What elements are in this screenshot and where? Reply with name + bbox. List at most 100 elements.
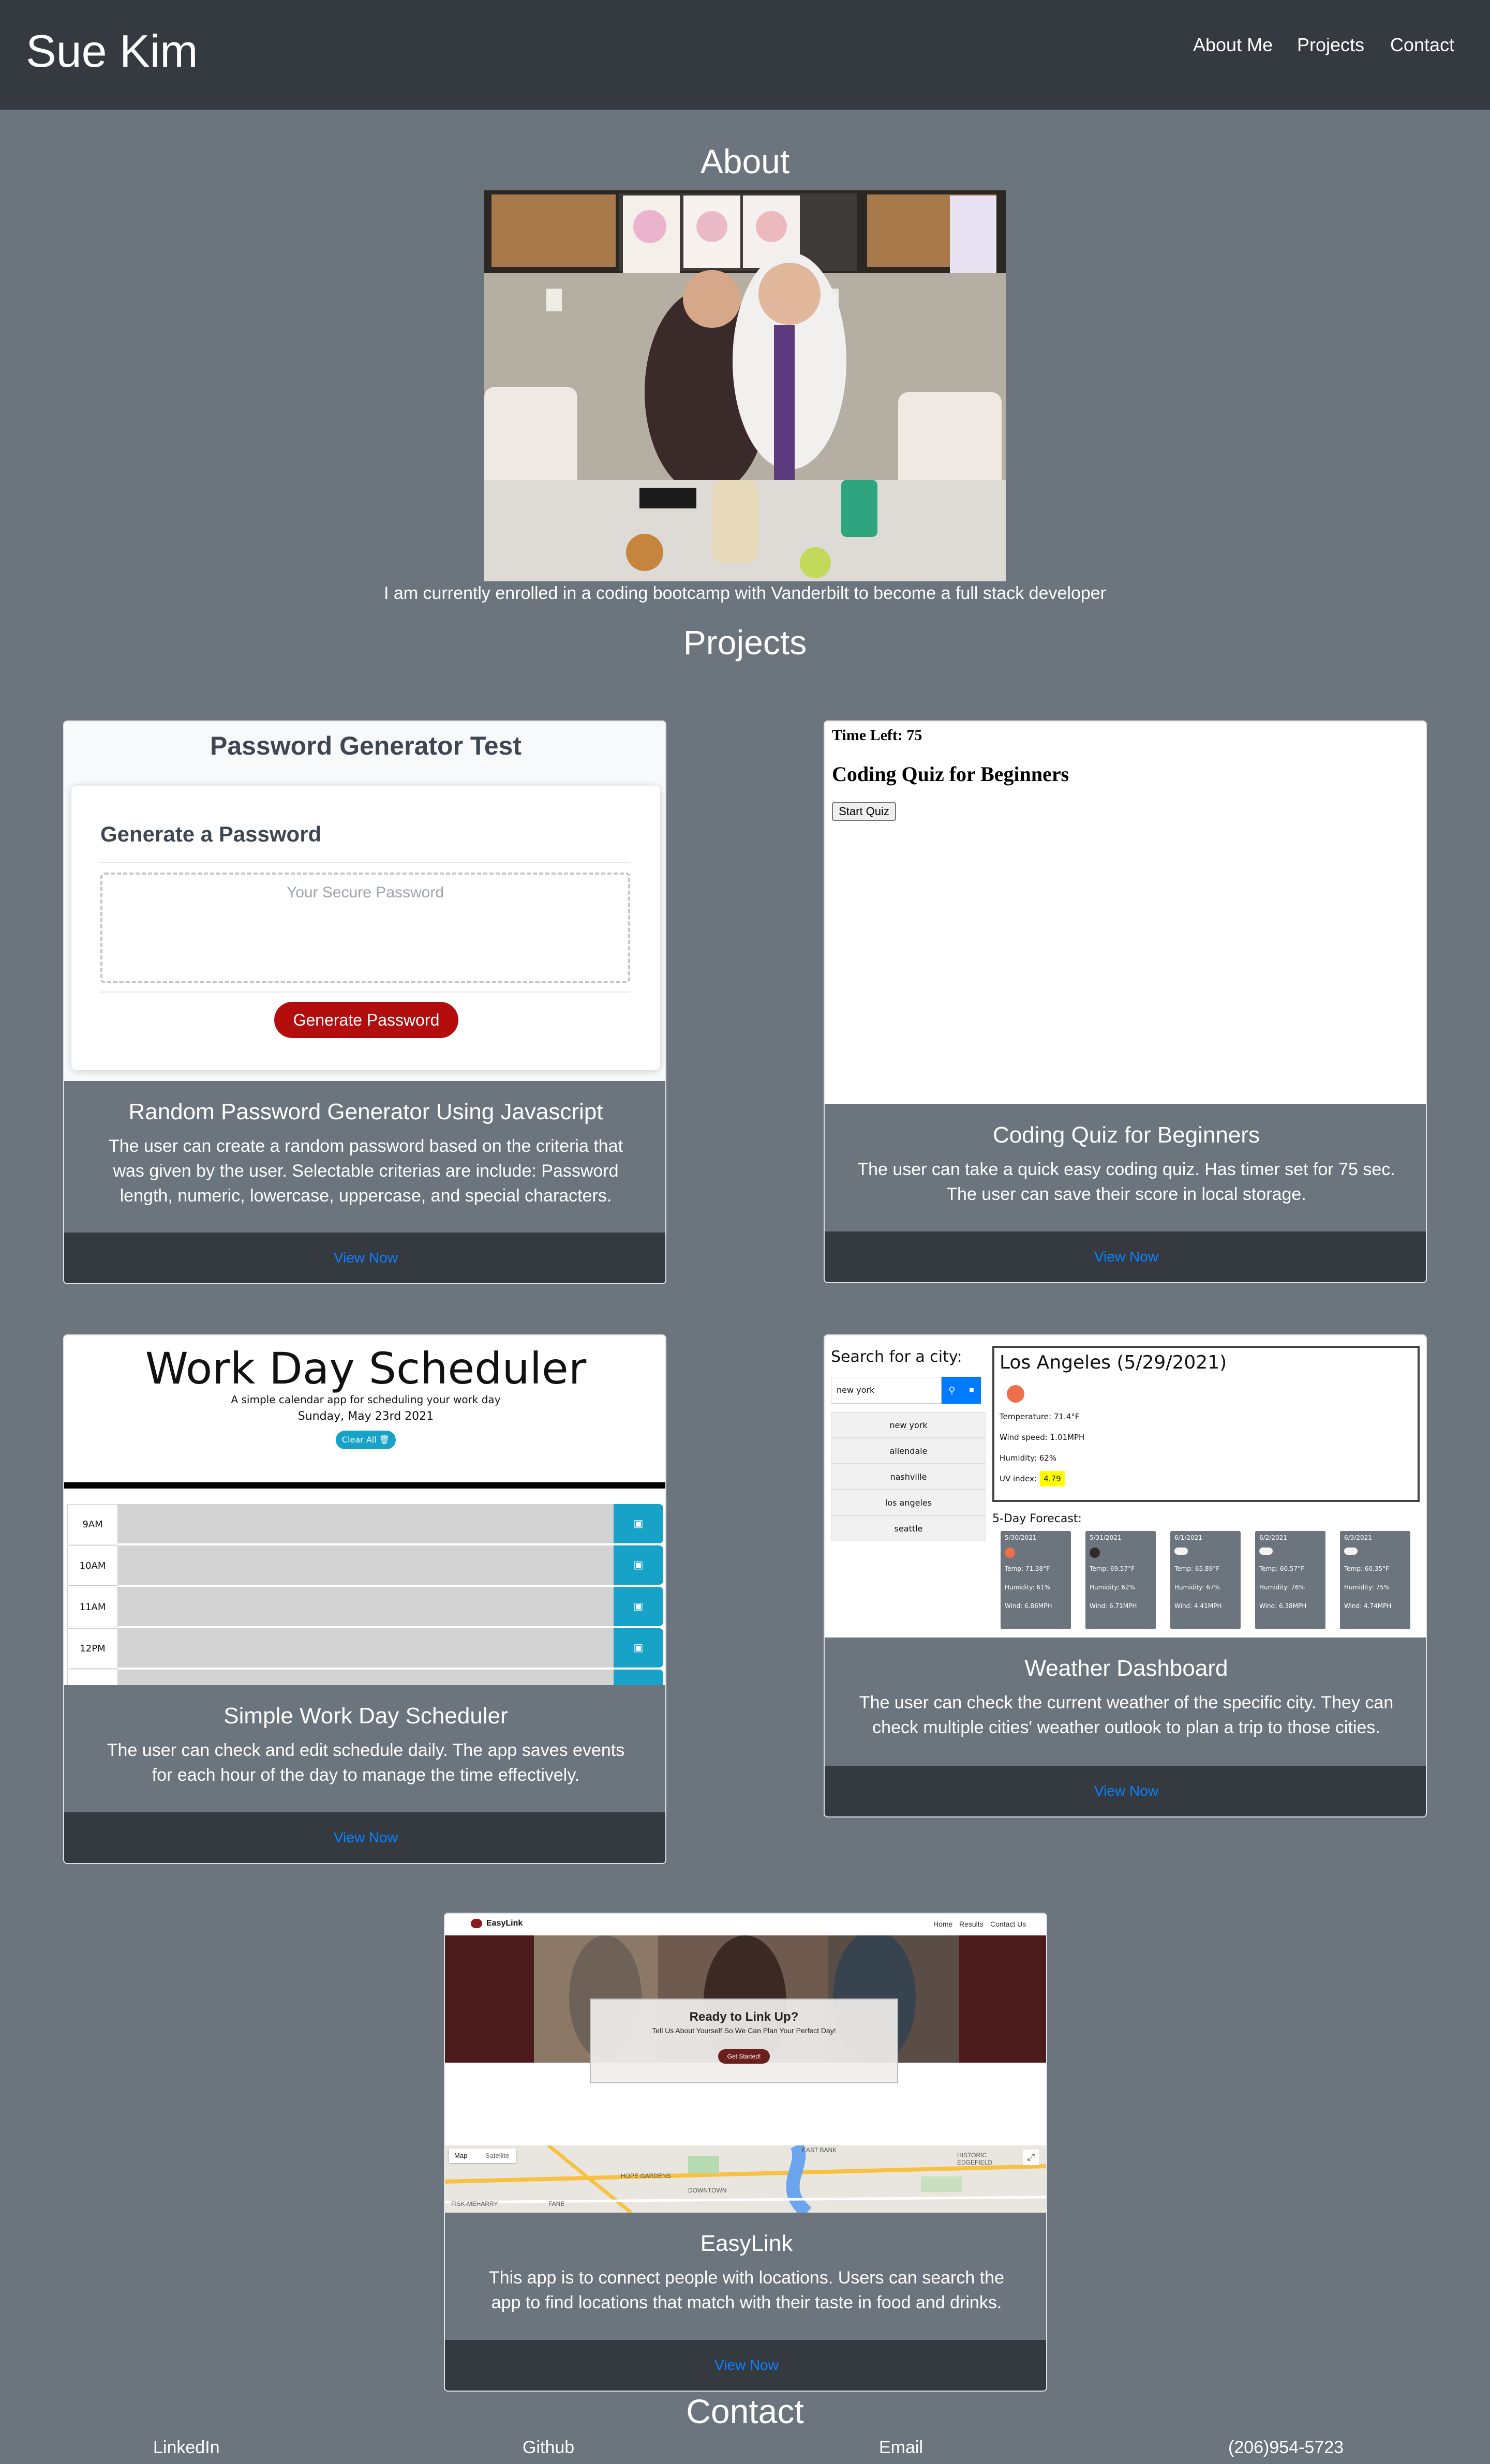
weather-preview[interactable]: Search for a city: new york ⚲ ■ new york…: [825, 1335, 1426, 1637]
map-label: EAST BANK: [802, 2146, 837, 2154]
save-button[interactable]: ▣: [614, 1545, 663, 1585]
forecast-humidity: Humidity: 76%: [1259, 1584, 1305, 1591]
cloud-icon: [1259, 1547, 1273, 1555]
hero-title: Ready to Link Up?: [689, 2010, 799, 2024]
current-wind: Wind speed: 1.01MPH: [1000, 1433, 1085, 1442]
event-input[interactable]: [118, 1504, 614, 1544]
password-output[interactable]: Your Secure Password: [100, 873, 630, 983]
hour-label: 11AM: [67, 1587, 118, 1627]
project-card-quiz: Time Left: 75 Coding Quiz for Beginners …: [824, 720, 1427, 1283]
uv-index-badge: 4.79: [1040, 1471, 1065, 1486]
forecast-card: 6/1/2021 Temp: 65.89°F Humidity: 67% Win…: [1170, 1531, 1241, 1629]
view-now-link[interactable]: View Now: [334, 1250, 398, 1266]
forecast-date: 5/31/2021: [1090, 1534, 1122, 1541]
satellite-tab[interactable]: Satellite: [485, 2152, 509, 2159]
view-now-link[interactable]: View Now: [1094, 1783, 1158, 1799]
event-input[interactable]: [118, 1670, 614, 1685]
fullscreen-icon[interactable]: ⤢: [1023, 2150, 1039, 2165]
easylink-nav-contact[interactable]: Contact Us: [990, 1920, 1026, 1928]
card-title: Simple Work Day Scheduler: [224, 1703, 508, 1729]
forecast-card: 5/30/2021 Temp: 71.38°F Humidity: 61% Wi…: [1001, 1531, 1071, 1629]
city-history-item[interactable]: new york: [831, 1412, 986, 1438]
map-label: HOPE GARDENS: [621, 2172, 671, 2180]
quiz-timer: Time Left: 75: [832, 727, 922, 744]
nav-projects[interactable]: Projects: [1297, 32, 1364, 58]
card-footer: View Now: [825, 1766, 1426, 1816]
view-now-link[interactable]: View Now: [714, 2357, 779, 2373]
hero-subtitle: Tell Us About Yourself So We Can Plan Yo…: [652, 2026, 836, 2035]
view-now-link[interactable]: View Now: [334, 1829, 398, 1845]
password-preview[interactable]: Password Generator Test Generate a Passw…: [64, 722, 665, 1081]
night-icon: [1090, 1547, 1100, 1558]
clear-all-button[interactable]: Clear All 🗑: [336, 1431, 396, 1449]
forecast-wind: Wind: 4.74MPH: [1344, 1602, 1392, 1610]
floppy-disk-icon: ▣: [633, 1601, 644, 1612]
logo-icon: [471, 1919, 482, 1928]
city-history-item[interactable]: los angeles: [831, 1490, 986, 1515]
map-view[interactable]: Map Satellite ⤢ EAST BANK HISTORIC EDGEF…: [445, 2145, 1046, 2213]
city-history-item[interactable]: nashville: [831, 1464, 986, 1490]
brand-name[interactable]: Sue Kim: [26, 23, 198, 79]
preview-title: Password Generator Test: [210, 731, 522, 760]
start-quiz-button[interactable]: Start Quiz: [832, 802, 896, 821]
uv-index-label: UV index:: [1000, 1474, 1037, 1483]
map-tab[interactable]: Map: [454, 2152, 467, 2159]
search-icon: ⚲: [948, 1385, 956, 1395]
scheduler-preview[interactable]: Work Day Scheduler A simple calendar app…: [64, 1335, 665, 1685]
current-humidity: Humidity: 62%: [1000, 1453, 1057, 1463]
search-input[interactable]: new york: [831, 1377, 942, 1404]
forecast-temp: Temp: 60.35°F: [1344, 1565, 1390, 1572]
city-history-item[interactable]: seattle: [831, 1515, 986, 1541]
forecast-wind: Wind: 6.71MPH: [1090, 1602, 1137, 1610]
cloud-icon: [1344, 1547, 1358, 1555]
nav-about-me[interactable]: About Me: [1193, 32, 1273, 58]
save-button[interactable]: ▣: [614, 1587, 663, 1626]
hour-label: 12PM: [67, 1628, 118, 1669]
card-title: Random Password Generator Using Javascri…: [128, 1099, 603, 1124]
easylink-preview[interactable]: EasyLink Home Results Contact Us Ready t…: [445, 1914, 1046, 2213]
forecast-wind: Wind: 6.86MPH: [1005, 1602, 1052, 1610]
map-label: FISK-MEHARRY: [451, 2200, 498, 2207]
github-link[interactable]: Github: [523, 2436, 574, 2459]
easylink-logo[interactable]: EasyLink: [486, 1919, 523, 1928]
event-input[interactable]: [118, 1587, 614, 1627]
view-now-link[interactable]: View Now: [1094, 1249, 1158, 1265]
easylink-nav-home[interactable]: Home: [933, 1920, 952, 1928]
card-body: Simple Work Day Scheduler The user can c…: [64, 1685, 665, 1814]
card-footer: View Now: [64, 1812, 665, 1863]
sun-icon: [1007, 1385, 1024, 1403]
quiz-preview[interactable]: Time Left: 75 Coding Quiz for Beginners …: [825, 722, 1426, 1104]
nav-contact[interactable]: Contact: [1390, 32, 1454, 58]
save-button[interactable]: [614, 1670, 663, 1685]
forecast-humidity: Humidity: 75%: [1344, 1584, 1390, 1591]
event-input[interactable]: [118, 1545, 614, 1586]
sun-icon: [1005, 1547, 1015, 1558]
card-text: The user can check the current weather o…: [859, 1693, 1394, 1737]
preview-subtitle: Generate a Password: [100, 822, 322, 846]
easylink-nav-results[interactable]: Results: [959, 1920, 984, 1928]
hero-card: Ready to Link Up? Tell Us About Yourself…: [590, 1999, 898, 2083]
linkedin-link[interactable]: LinkedIn: [153, 2436, 220, 2459]
email-link[interactable]: Email: [879, 2436, 923, 2459]
project-card-easylink: EasyLink Home Results Contact Us Ready t…: [444, 1913, 1047, 2392]
hour-label: [67, 1670, 118, 1685]
event-input[interactable]: [118, 1628, 614, 1669]
forecast-temp: Temp: 60.57°F: [1259, 1565, 1305, 1572]
phone-number[interactable]: (206)954-5723: [1228, 2436, 1344, 2459]
save-button[interactable]: ▣: [614, 1628, 663, 1667]
current-temperature: Temperature: 71.4°F: [1000, 1412, 1080, 1421]
clear-history-button[interactable]: ■: [962, 1377, 981, 1404]
card-footer: View Now: [64, 1233, 665, 1283]
card-footer: View Now: [445, 2340, 1046, 2391]
current-weather-panel: Los Angeles (5/29/2021) Temperature: 71.…: [992, 1346, 1420, 1502]
forecast-card: 6/2/2021 Temp: 60.57°F Humidity: 76% Win…: [1255, 1531, 1325, 1629]
card-title: Weather Dashboard: [1024, 1656, 1228, 1681]
search-button[interactable]: ⚲: [942, 1377, 962, 1404]
scheduler-title: Work Day Scheduler: [145, 1343, 587, 1394]
get-started-button[interactable]: Get Started!: [718, 2049, 770, 2064]
generate-password-button[interactable]: Generate Password: [274, 1002, 458, 1038]
city-history-item[interactable]: allendale: [831, 1438, 986, 1464]
floppy-disk-icon: ▣: [633, 1642, 644, 1654]
easylink-navbar: EasyLink Home Results Contact Us: [445, 1914, 1046, 1934]
save-button[interactable]: ▣: [614, 1504, 663, 1543]
